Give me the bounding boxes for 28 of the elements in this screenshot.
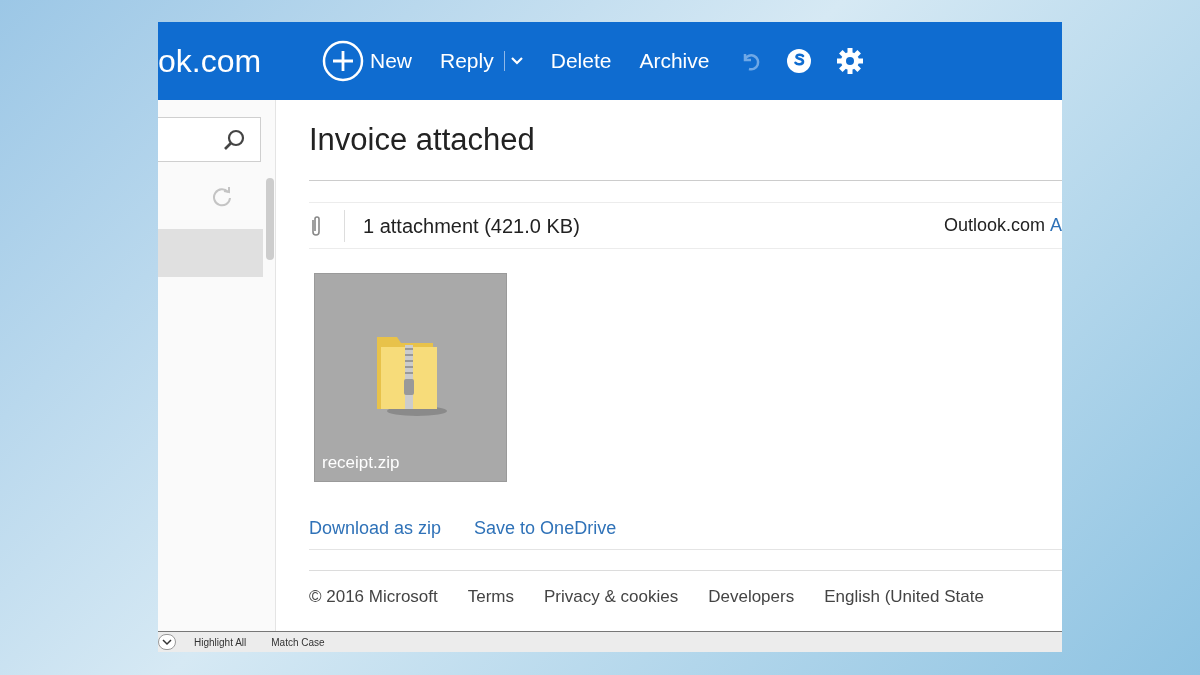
plus-circle-icon	[322, 40, 364, 82]
scrollbar[interactable]	[266, 178, 274, 260]
caret-icon[interactable]	[510, 56, 523, 66]
footer-link[interactable]: Terms	[467, 584, 515, 606]
new-button[interactable]: New	[322, 40, 412, 82]
footer-link[interactable]: Developers	[708, 584, 795, 606]
settings-icon[interactable]	[835, 46, 866, 76]
attachment-filename: receipt.zip	[321, 451, 401, 474]
find-option[interactable]: Highlight All	[194, 634, 247, 650]
search-icon	[222, 127, 246, 152]
footer-link[interactable]: Privacy & cookies	[544, 584, 679, 606]
toolbar-button[interactable]: Archive	[639, 45, 710, 77]
paperclip-icon	[309, 213, 323, 238]
attachment-action-link[interactable]: Save to OneDrive	[474, 515, 617, 537]
chevron-down-icon[interactable]	[158, 634, 176, 650]
reply-button[interactable]: Reply	[440, 45, 523, 77]
footer-link[interactable]: English (United State	[824, 584, 984, 606]
attachment-summary: 1 attachment (421.0 KB)	[363, 213, 580, 239]
find-option[interactable]: Match Case	[271, 634, 325, 650]
source-link[interactable]: A	[1050, 212, 1062, 239]
toolbar-button[interactable]: Delete	[550, 45, 612, 77]
search-field[interactable]	[158, 117, 261, 162]
message-subject: Invoice attached	[309, 121, 536, 159]
footer-link[interactable]: © 2016 Microsoft	[309, 584, 438, 606]
source-text: Outlook.com	[943, 214, 1045, 237]
logo-text: ok.com	[158, 42, 263, 81]
attachment-action-link[interactable]: Download as zip	[309, 515, 442, 537]
skype-icon[interactable]	[785, 47, 814, 75]
